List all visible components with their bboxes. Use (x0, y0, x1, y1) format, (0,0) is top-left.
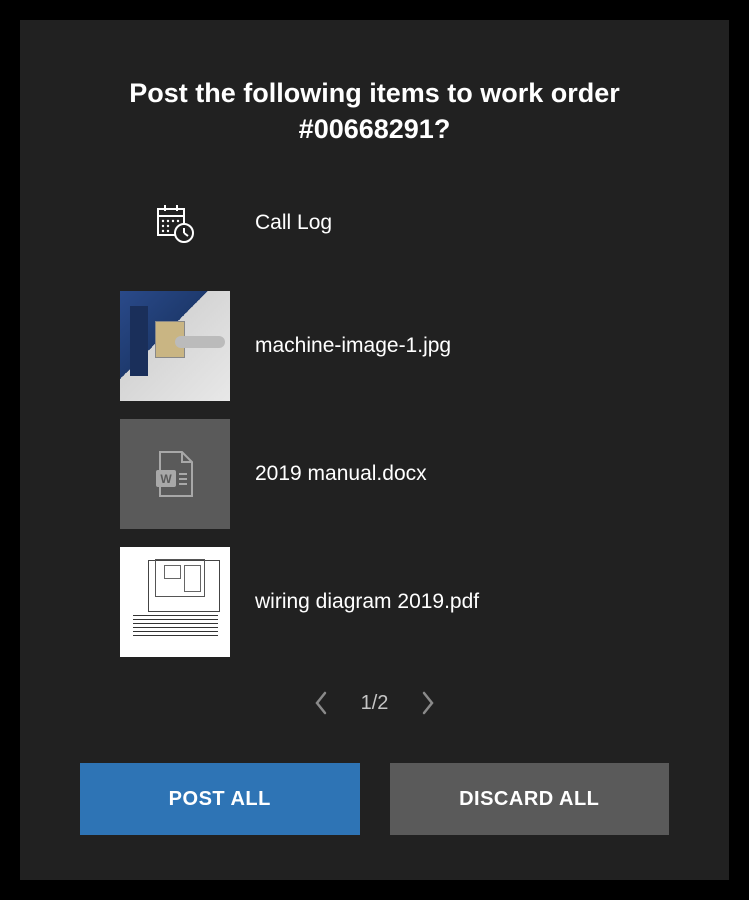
previous-page-button[interactable] (309, 691, 333, 715)
item-label: 2019 manual.docx (255, 462, 427, 486)
item-label: wiring diagram 2019.pdf (255, 590, 479, 614)
word-doc-icon: W (120, 419, 230, 529)
list-item[interactable]: Call Log (120, 203, 669, 243)
post-items-dialog: Post the following items to work order #… (20, 20, 729, 880)
chevron-left-icon (313, 690, 329, 716)
svg-text:W: W (160, 472, 172, 486)
page-indicator: 1/2 (361, 692, 389, 715)
list-item[interactable]: machine-image-1.jpg (120, 291, 669, 401)
calendar-clock-icon (120, 203, 230, 243)
discard-all-button[interactable]: DISCARD ALL (390, 763, 670, 835)
item-label: machine-image-1.jpg (255, 334, 451, 358)
pdf-thumbnail (120, 547, 230, 657)
items-list: Call Log machine-image-1.jpg W 2019 (80, 203, 669, 666)
dialog-title: Post the following items to work order #… (80, 75, 669, 148)
image-thumbnail (120, 291, 230, 401)
list-item[interactable]: W 2019 manual.docx (120, 419, 669, 529)
dialog-actions: POST ALL DISCARD ALL (80, 763, 669, 835)
item-label: Call Log (255, 211, 332, 235)
next-page-button[interactable] (416, 691, 440, 715)
list-item[interactable]: wiring diagram 2019.pdf (120, 547, 669, 657)
chevron-right-icon (420, 690, 436, 716)
pagination: 1/2 (80, 691, 669, 715)
post-all-button[interactable]: POST ALL (80, 763, 360, 835)
